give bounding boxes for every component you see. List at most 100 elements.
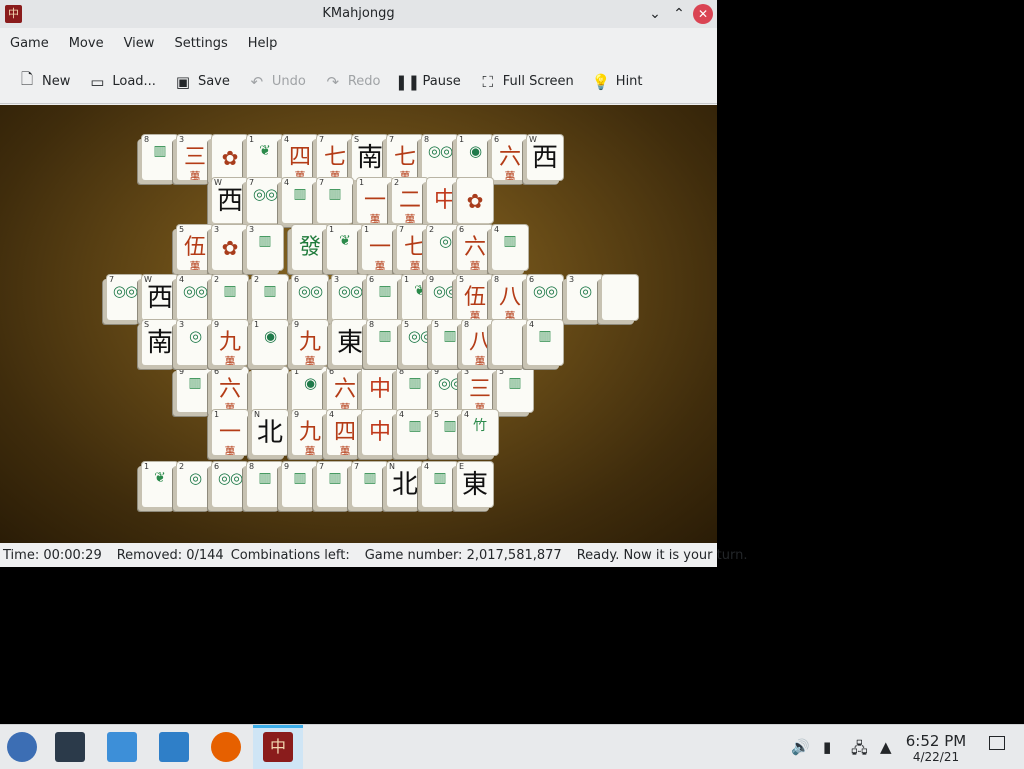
menu-move[interactable]: Move xyxy=(59,28,114,60)
mahjong-tile[interactable]: 1 ❦ xyxy=(247,135,283,180)
mahjong-tile[interactable]: 4四萬 xyxy=(282,135,318,180)
mahjong-tile[interactable]: 1 ◉ xyxy=(457,135,493,180)
mahjong-tile[interactable]: 發 xyxy=(292,225,328,270)
redo-button[interactable]: ↷ Redo xyxy=(316,66,391,98)
mahjong-tile[interactable]: 7七萬 xyxy=(317,135,353,180)
mahjong-tile[interactable]: 中 xyxy=(362,410,398,455)
hint-button[interactable]: 💡 Hint xyxy=(584,66,653,98)
menu-game[interactable]: Game xyxy=(0,28,59,60)
mahjong-tile[interactable]: 7 ◎◎ xyxy=(247,178,283,223)
mahjong-tile[interactable]: 4 ▥ xyxy=(397,410,433,455)
mahjong-tile[interactable]: 8 ▥ xyxy=(397,367,433,412)
mahjong-tile[interactable] xyxy=(252,367,288,412)
load-button[interactable]: ▭ Load... xyxy=(80,66,166,98)
mahjong-tile[interactable]: 6六萬 xyxy=(492,135,528,180)
mahjong-tile[interactable]: 1 ❦ xyxy=(142,462,178,507)
volume-icon[interactable]: 🔊 xyxy=(791,738,810,756)
mahjong-tile[interactable]: 3 ▥ xyxy=(247,225,283,270)
mahjong-tile[interactable]: W西 xyxy=(142,275,178,320)
new-button[interactable]: 🗋 New xyxy=(10,66,80,98)
mahjong-tile[interactable]: 2 ▥ xyxy=(252,275,288,320)
mahjong-tile[interactable]: 9九萬 xyxy=(292,320,328,365)
system-settings-icon[interactable] xyxy=(55,732,85,762)
taskbar-item-kmahjongg[interactable]: 中 xyxy=(253,725,303,769)
mahjong-tile[interactable]: 7七萬 xyxy=(387,135,423,180)
mahjong-tile[interactable]: 4 ▥ xyxy=(422,462,458,507)
network-icon[interactable]: 🖧 xyxy=(851,738,868,763)
mahjong-tile[interactable]: 4 ▥ xyxy=(492,225,528,270)
mahjong-tile[interactable]: 2 ▥ xyxy=(212,275,248,320)
clock-date[interactable]: 4/22/21 xyxy=(898,750,974,764)
mahjong-tile[interactable]: 5 ▥ xyxy=(497,367,533,412)
mahjong-tile[interactable]: 9九萬 xyxy=(292,410,328,455)
minimize-button[interactable]: ⌄ xyxy=(645,4,665,24)
mahjong-tile[interactable]: 1一萬 xyxy=(357,178,393,223)
mahjong-tile[interactable]: 3 ◎◎ xyxy=(332,275,368,320)
mahjong-tile[interactable]: 3 ✿ xyxy=(212,225,248,270)
mahjong-tile[interactable]: 4四萬 xyxy=(327,410,363,455)
mahjong-tile[interactable]: 3三萬 xyxy=(462,367,498,412)
mahjong-tile[interactable]: W西 xyxy=(527,135,563,180)
firefox-icon[interactable] xyxy=(211,732,241,762)
mahjong-tile[interactable]: 6 ◎◎ xyxy=(212,462,248,507)
mahjong-tile[interactable]: 7 ▥ xyxy=(317,178,353,223)
mahjong-tile[interactable]: 8 ◎◎ xyxy=(422,135,458,180)
mahjong-tile[interactable]: 4 ◎◎ xyxy=(177,275,213,320)
mahjong-tile[interactable]: 6 ◎◎ xyxy=(527,275,563,320)
mahjong-tile[interactable]: 4 ▥ xyxy=(282,178,318,223)
mahjong-tile[interactable]: ✿ xyxy=(212,135,248,180)
mahjong-tile[interactable]: ✿ xyxy=(457,178,493,223)
menu-settings[interactable]: Settings xyxy=(164,28,237,60)
menu-view[interactable]: View xyxy=(114,28,165,60)
mahjong-tile[interactable]: N北 xyxy=(387,462,423,507)
undo-button[interactable]: ↶ Undo xyxy=(240,66,316,98)
game-board[interactable]: 8 ▥ 3 三萬 ✿ 1 ❦ 4 四萬 7 七萬 S 南 7 七萬 8 ◎◎ 1 ◉ 6 六萬 W 西 W 西 7 ◎◎ 4 ▥ 7 ▥ 1 一… xyxy=(0,105,717,543)
mahjong-tile[interactable]: W西 xyxy=(212,178,248,223)
mahjong-tile[interactable]: 6六萬 xyxy=(457,225,493,270)
full-screen-button[interactable]: ⛶ Full Screen xyxy=(471,66,584,98)
menu-help[interactable]: Help xyxy=(238,28,288,60)
mahjong-tile[interactable]: 7 ◎◎ xyxy=(107,275,143,320)
application-launcher-icon[interactable] xyxy=(7,732,37,762)
mahjong-tile[interactable]: 3三萬 xyxy=(177,135,213,180)
mahjong-tile[interactable]: 1一萬 xyxy=(212,410,248,455)
mahjong-tile[interactable]: N北 xyxy=(252,410,288,455)
mahjong-tile[interactable]: 4竹 xyxy=(462,410,498,455)
mahjong-tile[interactable]: S南 xyxy=(352,135,388,180)
mahjong-tile[interactable]: 6 ◎◎ xyxy=(292,275,328,320)
mahjong-tile[interactable]: 2 ◎ xyxy=(177,462,213,507)
removable-device-icon[interactable]: ▮ xyxy=(823,738,831,756)
mahjong-tile[interactable]: 8八萬 xyxy=(492,275,528,320)
mahjong-tile[interactable]: 東 xyxy=(332,320,368,365)
mahjong-tile[interactable]: 9九萬 xyxy=(212,320,248,365)
close-button[interactable]: ✕ xyxy=(693,4,713,24)
mahjong-tile[interactable]: 7 ▥ xyxy=(352,462,388,507)
mahjong-tile[interactable]: E東 xyxy=(457,462,493,507)
mahjong-tile[interactable]: 8 ▥ xyxy=(367,320,403,365)
mahjong-tile[interactable] xyxy=(602,275,638,320)
tray-expand-icon[interactable]: ▲ xyxy=(880,738,892,756)
save-button[interactable]: ▣ Save xyxy=(166,66,240,98)
mahjong-tile[interactable]: 1 ❦ xyxy=(327,225,363,270)
mahjong-tile[interactable]: 3 ◎ xyxy=(177,320,213,365)
mahjong-tile[interactable]: 9 ▥ xyxy=(177,367,213,412)
clock-time[interactable]: 6:52 PM xyxy=(898,732,974,750)
mahjong-tile[interactable]: 8 ▥ xyxy=(142,135,178,180)
mahjong-tile[interactable]: 5伍萬 xyxy=(177,225,213,270)
discover-store-icon[interactable] xyxy=(107,732,137,762)
mahjong-tile[interactable]: 1 ◉ xyxy=(252,320,288,365)
maximize-button[interactable]: ⌃ xyxy=(669,4,689,24)
mahjong-tile[interactable]: 5伍萬 xyxy=(457,275,493,320)
file-manager-icon[interactable] xyxy=(159,732,189,762)
mahjong-tile[interactable]: S南 xyxy=(142,320,178,365)
title-bar[interactable]: 中 KMahjongg ⌄ ⌃ ✕ xyxy=(0,0,717,28)
pause-button[interactable]: ❚❚ Pause xyxy=(391,66,471,98)
mahjong-tile[interactable]: 3 ◎ xyxy=(567,275,603,320)
mahjong-tile[interactable]: 2二萬 xyxy=(392,178,428,223)
mahjong-tile[interactable]: 中 xyxy=(362,367,398,412)
mahjong-tile[interactable]: 6六萬 xyxy=(327,367,363,412)
mahjong-tile[interactable]: 9 ▥ xyxy=(282,462,318,507)
mahjong-tile[interactable]: 4 ▥ xyxy=(527,320,563,365)
mahjong-tile[interactable] xyxy=(492,320,528,365)
mahjong-tile[interactable]: 1 ◉ xyxy=(292,367,328,412)
